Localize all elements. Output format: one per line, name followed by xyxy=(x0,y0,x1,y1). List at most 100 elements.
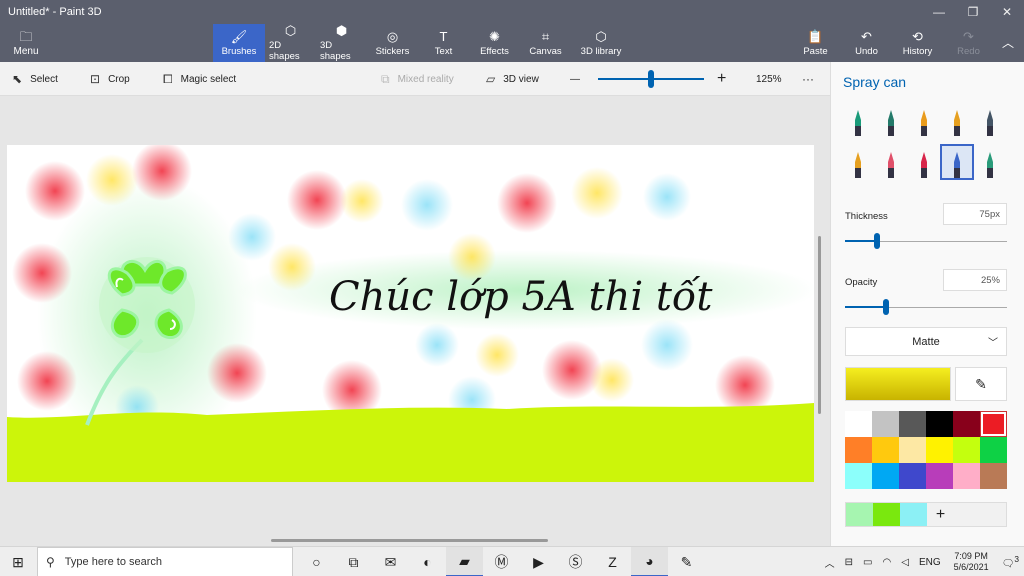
windows-start-icon[interactable]: ⊞ xyxy=(0,547,36,576)
thickness-input[interactable]: 75px xyxy=(943,203,1007,225)
thickness-slider-thumb[interactable] xyxy=(874,233,880,249)
color-swatch[interactable] xyxy=(953,411,980,437)
collapse-ribbon-icon[interactable]: ︿ xyxy=(1002,34,1014,51)
brush-calligraphy-pen[interactable] xyxy=(876,104,906,136)
window-title: Untitled* - Paint 3D xyxy=(8,6,102,18)
color-swatch[interactable] xyxy=(980,463,1007,489)
redo-button[interactable]: ↷ Redo xyxy=(943,24,994,62)
color-swatch[interactable] xyxy=(899,411,926,437)
brush-crayon[interactable] xyxy=(909,146,939,178)
brush-marker[interactable] xyxy=(843,104,873,136)
color-swatch[interactable] xyxy=(872,463,899,489)
custom-color-swatch[interactable] xyxy=(846,503,873,526)
color-swatch[interactable] xyxy=(845,411,872,437)
app-m-icon[interactable]: Ⓜ xyxy=(483,547,520,576)
zoom-slider-thumb[interactable] xyxy=(648,70,654,88)
custom-color-swatch[interactable] xyxy=(873,503,900,526)
maximize-button[interactable]: ❐ xyxy=(956,0,990,24)
ribbon-tab-stickers[interactable]: ◎ Stickers xyxy=(367,24,418,62)
add-color-button[interactable]: + xyxy=(927,503,954,526)
minimize-button[interactable]: — xyxy=(922,0,956,24)
fill-icon xyxy=(987,152,993,178)
current-color-swatch[interactable] xyxy=(845,367,951,401)
ribbon-tab-3d-shapes[interactable]: ⬢ 3D shapes xyxy=(316,24,367,63)
3d-view-label: 3D view xyxy=(503,73,539,85)
color-swatch[interactable] xyxy=(845,437,872,463)
color-swatch[interactable] xyxy=(926,463,953,489)
crop-button[interactable]: ⊡ Crop xyxy=(90,62,130,96)
zalo-icon[interactable]: Z xyxy=(594,547,631,576)
volume-icon[interactable]: ◁ xyxy=(901,557,909,568)
task-view-icon[interactable]: ⧉ xyxy=(335,547,372,576)
ribbon-tab-canvas[interactable]: ⌗ Canvas xyxy=(520,24,571,62)
redo-icon: ↷ xyxy=(963,28,974,44)
taskbar-search[interactable]: ⚲ Type here to search xyxy=(37,547,293,576)
brush-eraser[interactable] xyxy=(876,146,906,178)
brush-pencil[interactable] xyxy=(843,146,873,178)
brush-pixel-pen[interactable] xyxy=(975,104,1005,136)
history-label: History xyxy=(902,45,933,57)
color-swatch[interactable] xyxy=(980,437,1007,463)
opacity-slider-thumb[interactable] xyxy=(883,299,889,315)
color-swatch[interactable] xyxy=(899,463,926,489)
ribbon-tab-3d-library[interactable]: ⬡ 3D library xyxy=(571,24,631,62)
zoom-in-button[interactable]: + xyxy=(717,62,726,96)
brush-oil-brush[interactable] xyxy=(909,104,939,136)
network-icon[interactable]: ⊟ xyxy=(845,557,853,568)
paint-icon[interactable]: ✎ xyxy=(668,547,705,576)
color-swatch[interactable] xyxy=(872,411,899,437)
custom-color-swatch[interactable] xyxy=(900,503,927,526)
more-options-button[interactable]: ··· xyxy=(802,62,814,96)
brush-fill[interactable] xyxy=(975,146,1005,178)
language-indicator[interactable]: ENG xyxy=(919,557,941,568)
undo-button[interactable]: ↶ Undo xyxy=(841,24,892,62)
wifi-icon[interactable]: ◠ xyxy=(883,557,892,568)
3d-view-button[interactable]: ▱ 3D view xyxy=(486,62,539,96)
clock[interactable]: 7:09 PM 5/6/2021 xyxy=(954,551,989,573)
drawing-canvas[interactable]: Chúc lớp 5A thi tốt xyxy=(7,145,814,482)
notification-icon[interactable]: 🗨3 xyxy=(1002,554,1019,569)
ribbon-tab-effects[interactable]: ✺ Effects xyxy=(469,24,520,62)
paste-button[interactable]: 📋 Paste xyxy=(790,24,841,62)
zoom-level[interactable]: 125% xyxy=(756,62,782,96)
mail-icon[interactable]: ✉ xyxy=(372,547,409,576)
magic-select-button[interactable]: ⧠ Magic select xyxy=(163,62,236,96)
mixed-reality-button[interactable]: ⧉ Mixed reality xyxy=(381,62,454,96)
media-player-icon[interactable]: ▶ xyxy=(520,547,557,576)
cortana-icon[interactable]: ○ xyxy=(298,547,335,576)
ribbon-tab-brushes[interactable]: 🖌 Brushes xyxy=(213,24,265,62)
color-swatch[interactable] xyxy=(953,437,980,463)
color-swatch[interactable] xyxy=(953,463,980,489)
finish-dropdown[interactable]: Matte ﹀ xyxy=(845,327,1007,356)
paint3d-icon[interactable]: ◕ xyxy=(631,547,668,576)
zoom-out-button[interactable]: — xyxy=(570,62,580,96)
edge-icon[interactable]: ◐ xyxy=(409,547,446,576)
color-swatch[interactable] xyxy=(980,411,1007,437)
ribbon-tab-text[interactable]: T Text xyxy=(418,24,469,62)
app-s-icon[interactable]: Ⓢ xyxy=(557,547,594,576)
battery-icon[interactable]: ▭ xyxy=(863,557,872,568)
color-swatch[interactable] xyxy=(926,411,953,437)
opacity-input[interactable]: 25% xyxy=(943,269,1007,291)
color-swatch[interactable] xyxy=(872,437,899,463)
history-button[interactable]: ⟲ History xyxy=(892,24,943,62)
brush-watercolor[interactable] xyxy=(942,104,972,136)
color-swatch[interactable] xyxy=(845,463,872,489)
color-swatch[interactable] xyxy=(899,437,926,463)
close-button[interactable]: ✕ xyxy=(990,0,1024,24)
file-explorer-icon[interactable]: ▰ xyxy=(446,547,483,576)
select-button[interactable]: ⬉ Select xyxy=(12,62,58,96)
ribbon-tab-2d-shapes[interactable]: ⬡ 2D shapes xyxy=(265,24,316,63)
eyedropper-button[interactable]: ✎ xyxy=(955,367,1007,401)
history-icon: ⟲ xyxy=(912,28,923,44)
chevron-up-icon[interactable]: ︿ xyxy=(825,555,835,570)
brush-icon: 🖌 xyxy=(230,28,248,44)
menu-button[interactable]: 🗀 Menu xyxy=(0,24,52,62)
vertical-scrollbar[interactable] xyxy=(818,236,821,414)
brush-spray-can[interactable] xyxy=(940,144,974,180)
cursor-icon: ⬉ xyxy=(12,72,23,86)
color-swatch[interactable] xyxy=(926,437,953,463)
ribbon-tab-label: Text xyxy=(434,45,453,57)
taskbar: ⊞ ⚲ Type here to search ○ ⧉ ✉ ◐ ▰ Ⓜ ▶ Ⓢ Z ◕ ✎ ︿ ⊟ … xyxy=(0,546,1024,576)
horizontal-scrollbar[interactable] xyxy=(271,539,548,542)
